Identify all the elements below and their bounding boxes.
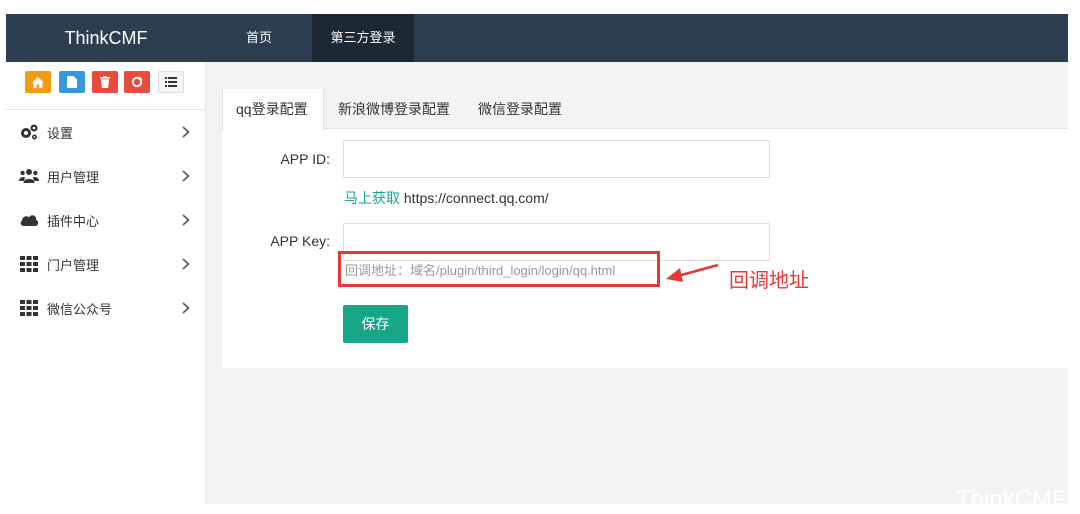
watermark: ThinkCMF [956,486,1067,504]
annotation-label: 回调地址 [729,268,809,292]
app-frame: ThinkCMF 首页 第三方登录 设置 用户管理 插件中心 门户管理 微信公众… [6,14,1068,504]
annotation-arrow [666,263,719,282]
